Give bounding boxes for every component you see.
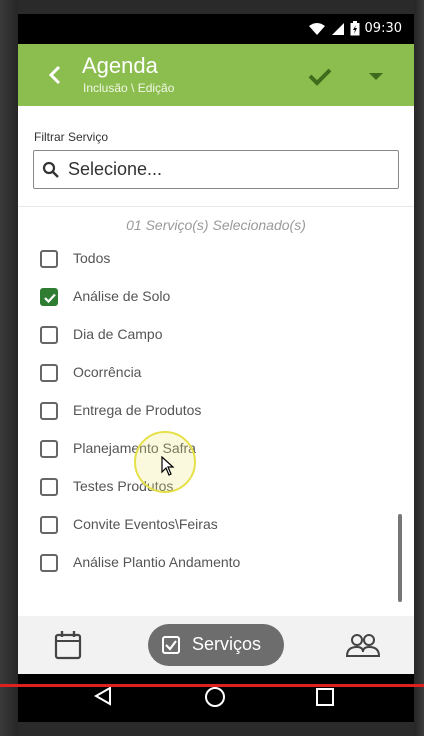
battery-icon	[350, 21, 360, 36]
service-item[interactable]: Planejamento Safra	[18, 430, 398, 468]
checkbox[interactable]	[40, 364, 58, 382]
check-icon	[44, 293, 56, 304]
video-frame-right	[414, 0, 424, 736]
video-progress-line	[0, 684, 424, 687]
calendar-icon[interactable]	[54, 630, 82, 660]
status-bar: 09:30	[18, 14, 414, 44]
people-icon[interactable]	[346, 632, 380, 658]
checkbox-icon	[162, 636, 180, 654]
service-item[interactable]: Ocorrência	[18, 354, 398, 392]
checkbox[interactable]	[40, 554, 58, 572]
checkbox[interactable]	[40, 250, 58, 268]
checkbox[interactable]	[40, 516, 58, 534]
home-icon[interactable]	[204, 686, 226, 708]
service-label: Entrega de Produtos	[73, 402, 202, 418]
service-label: Dia de Campo	[73, 326, 163, 342]
android-nav-bar	[18, 674, 414, 722]
selected-count: 01 Serviço(s) Selecionado(s)	[126, 217, 306, 233]
service-item[interactable]: Análise Plantio Andamento	[18, 544, 398, 582]
services-tab-button[interactable]: Serviços	[148, 624, 284, 666]
service-label: Análise de Solo	[73, 288, 171, 304]
checkbox[interactable]	[40, 440, 58, 458]
bottom-navigation: Serviços	[18, 616, 414, 674]
service-item[interactable]: Entrega de Produtos	[18, 392, 398, 430]
search-input[interactable]: Selecione...	[33, 150, 399, 189]
filter-label: Filtrar Serviço	[34, 130, 109, 144]
wifi-icon	[308, 22, 325, 35]
phone-screen: 09:30 Agenda Inclusão \ Edição Filtrar S…	[18, 14, 414, 722]
service-item[interactable]: Todos	[18, 240, 398, 278]
checkbox-checked[interactable]	[40, 288, 58, 306]
page-subtitle: Inclusão \ Edição	[83, 81, 175, 95]
chevron-down-icon[interactable]	[366, 66, 386, 86]
service-label: Análise Plantio Andamento	[73, 554, 241, 570]
mouse-cursor-icon	[161, 456, 175, 476]
scrollbar[interactable]	[398, 514, 402, 602]
service-item[interactable]: Dia de Campo	[18, 316, 398, 354]
service-item[interactable]: Testes Produtos	[18, 468, 398, 506]
service-label: Todos	[73, 250, 111, 266]
checkbox[interactable]	[40, 478, 58, 496]
video-frame-left	[0, 0, 18, 736]
back-arrow-icon[interactable]	[40, 60, 70, 90]
search-value: Selecione...	[68, 159, 163, 179]
signal-icon	[331, 22, 344, 35]
back-icon[interactable]	[94, 686, 112, 706]
service-item[interactable]: Convite Eventos\Feiras	[18, 506, 398, 544]
recent-apps-icon[interactable]	[316, 688, 334, 706]
status-icons: 09:30	[308, 21, 402, 36]
app-bar: Agenda Inclusão \ Edição	[18, 44, 414, 106]
confirm-check-icon[interactable]	[306, 62, 334, 90]
services-filter-panel: Filtrar Serviço Selecione... 01 Serviço(…	[18, 106, 414, 616]
service-label: Convite Eventos\Feiras	[73, 516, 218, 532]
search-icon	[42, 161, 59, 178]
checkbox[interactable]	[40, 402, 58, 420]
services-tab-label: Serviços	[192, 634, 262, 654]
service-item[interactable]: Análise de Solo	[18, 278, 398, 316]
page-title: Agenda	[82, 53, 158, 78]
divider	[18, 206, 414, 207]
checkbox[interactable]	[40, 326, 58, 344]
status-time: 09:30	[364, 21, 402, 36]
service-label: Ocorrência	[73, 364, 142, 380]
